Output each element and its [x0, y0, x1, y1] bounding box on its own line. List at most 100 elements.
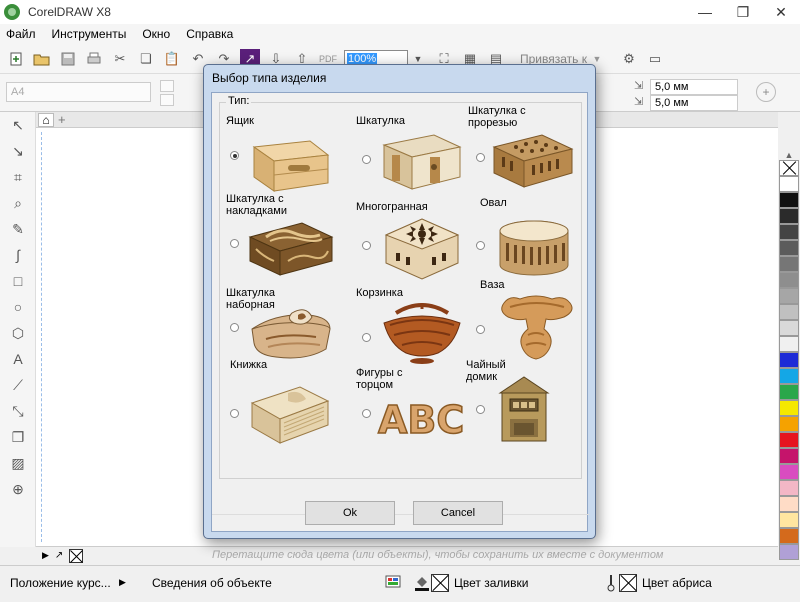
color-swatch[interactable]: [779, 464, 799, 480]
drop-shadow-tool-icon[interactable]: ❐: [0, 424, 36, 450]
color-swatch[interactable]: [779, 208, 799, 224]
menu-window[interactable]: Окно: [142, 27, 170, 41]
pick-tool-icon[interactable]: ↖: [0, 112, 36, 138]
color-swatch[interactable]: [779, 240, 799, 256]
options-gear-icon[interactable]: ⚙: [619, 49, 639, 69]
color-swatch[interactable]: [779, 368, 799, 384]
page-size-select[interactable]: A4: [6, 82, 151, 102]
color-swatch[interactable]: [779, 336, 799, 352]
save-icon[interactable]: [58, 49, 78, 69]
copy-icon[interactable]: ❏: [136, 49, 156, 69]
edit-palette-icon[interactable]: ↗: [55, 550, 63, 561]
text-tool-icon[interactable]: A: [0, 346, 36, 372]
color-palette: ▲: [778, 150, 800, 560]
color-swatch[interactable]: [779, 192, 799, 208]
play-arrow-icon[interactable]: ▶: [42, 550, 49, 561]
close-button[interactable]: ✕: [762, 0, 800, 24]
transparency-tool-icon[interactable]: ▨: [0, 450, 36, 476]
rectangle-tool-icon[interactable]: □: [0, 268, 36, 294]
new-tab-icon[interactable]: +: [58, 112, 66, 127]
maximize-button[interactable]: ❐: [724, 0, 762, 24]
page-border: [41, 132, 42, 542]
page-width-field[interactable]: [160, 80, 174, 92]
ok-button[interactable]: Ok: [305, 501, 395, 525]
radio-figures[interactable]: [362, 409, 371, 418]
fill-color-label: Цвет заливки: [454, 576, 529, 590]
crop-tool-icon[interactable]: ⌗: [0, 164, 36, 190]
color-swatch[interactable]: [779, 288, 799, 304]
cut-icon[interactable]: ✂: [110, 49, 130, 69]
color-swatch[interactable]: [779, 176, 799, 192]
outline-pen-icon[interactable]: [606, 574, 616, 595]
shape-tool-icon[interactable]: ↘: [0, 138, 36, 164]
color-swatch[interactable]: [779, 400, 799, 416]
color-swatch[interactable]: [779, 304, 799, 320]
abc-figures-image: ABC: [374, 379, 466, 447]
color-swatch[interactable]: [779, 320, 799, 336]
open-folder-icon[interactable]: [32, 49, 52, 69]
freehand-tool-icon[interactable]: ✎: [0, 216, 36, 242]
product-type-dialog: Выбор типа изделия Тип: Ящик Шкатулка Шк…: [203, 64, 596, 539]
fill-bucket-icon[interactable]: [414, 574, 430, 595]
zoom-tool-icon[interactable]: ⌕: [0, 190, 36, 216]
option-label-book: Книжка: [230, 359, 268, 371]
menu-file[interactable]: Файл: [6, 27, 36, 41]
outline-color-swatch[interactable]: [619, 574, 637, 592]
radio-vase[interactable]: [476, 325, 485, 334]
play-arrow-icon[interactable]: ▶: [119, 577, 126, 588]
menu-tools[interactable]: Инструменты: [52, 27, 127, 41]
status-bar: Положение курс... ▶ Сведения об объекте …: [0, 565, 800, 602]
color-swatch[interactable]: [779, 528, 799, 544]
color-swatch[interactable]: [779, 352, 799, 368]
title-bar: CorelDRAW X8 — ❐ ✕: [0, 0, 800, 24]
new-document-icon[interactable]: [6, 49, 26, 69]
app-title: CorelDRAW X8: [28, 5, 111, 19]
artistic-media-icon[interactable]: ∫: [0, 242, 36, 268]
paste-icon[interactable]: 📋: [162, 49, 182, 69]
color-swatch[interactable]: [779, 544, 799, 560]
color-proofing-icon[interactable]: [385, 574, 401, 593]
color-swatch[interactable]: [779, 272, 799, 288]
ellipse-tool-icon[interactable]: ○: [0, 294, 36, 320]
radio-inlay-box[interactable]: [230, 323, 239, 332]
no-color-swatch[interactable]: [779, 160, 799, 176]
color-swatch[interactable]: [779, 512, 799, 528]
radio-slotted-box[interactable]: [476, 153, 485, 162]
connector-tool-icon[interactable]: ⤡: [0, 398, 36, 424]
radio-box[interactable]: [230, 151, 239, 160]
dimension-tool-icon[interactable]: ⟋: [0, 372, 36, 398]
radio-tea-house[interactable]: [476, 405, 485, 414]
fill-color-swatch[interactable]: [431, 574, 449, 592]
polygon-tool-icon[interactable]: ⬡: [0, 320, 36, 346]
color-swatch[interactable]: [779, 480, 799, 496]
radio-oval[interactable]: [476, 241, 485, 250]
duplicate-distance-x[interactable]: 5,0 мм: [650, 79, 738, 95]
vase-image: [490, 295, 582, 363]
radio-jewelry-box[interactable]: [362, 155, 371, 164]
no-fill-swatch[interactable]: [69, 548, 84, 563]
color-swatch[interactable]: [779, 384, 799, 400]
duplicate-distance-y[interactable]: 5,0 мм: [650, 95, 738, 111]
radio-polygonal[interactable]: [362, 241, 371, 250]
radio-basket[interactable]: [362, 333, 371, 342]
color-swatch[interactable]: [779, 224, 799, 240]
palette-up-arrow-icon[interactable]: ▲: [778, 150, 800, 160]
cancel-button[interactable]: Cancel: [413, 501, 503, 525]
radio-book[interactable]: [230, 409, 239, 418]
quick-customize-icon[interactable]: +: [756, 82, 776, 102]
print-icon[interactable]: [84, 49, 104, 69]
launch-icon[interactable]: ▭: [645, 49, 665, 69]
color-swatch[interactable]: [779, 416, 799, 432]
color-swatch[interactable]: [779, 496, 799, 512]
color-swatch[interactable]: [779, 448, 799, 464]
color-swatch[interactable]: [779, 432, 799, 448]
cursor-position: Положение курс...: [10, 576, 111, 590]
option-label-basket: Корзинка: [356, 287, 403, 299]
page-height-field[interactable]: [160, 94, 174, 106]
color-swatch[interactable]: [779, 256, 799, 272]
radio-overlay-box[interactable]: [230, 239, 239, 248]
menu-help[interactable]: Справка: [186, 27, 233, 41]
minimize-button[interactable]: —: [686, 0, 724, 24]
home-icon[interactable]: ⌂: [38, 112, 54, 127]
add-tool-icon[interactable]: ⊕: [0, 476, 36, 502]
